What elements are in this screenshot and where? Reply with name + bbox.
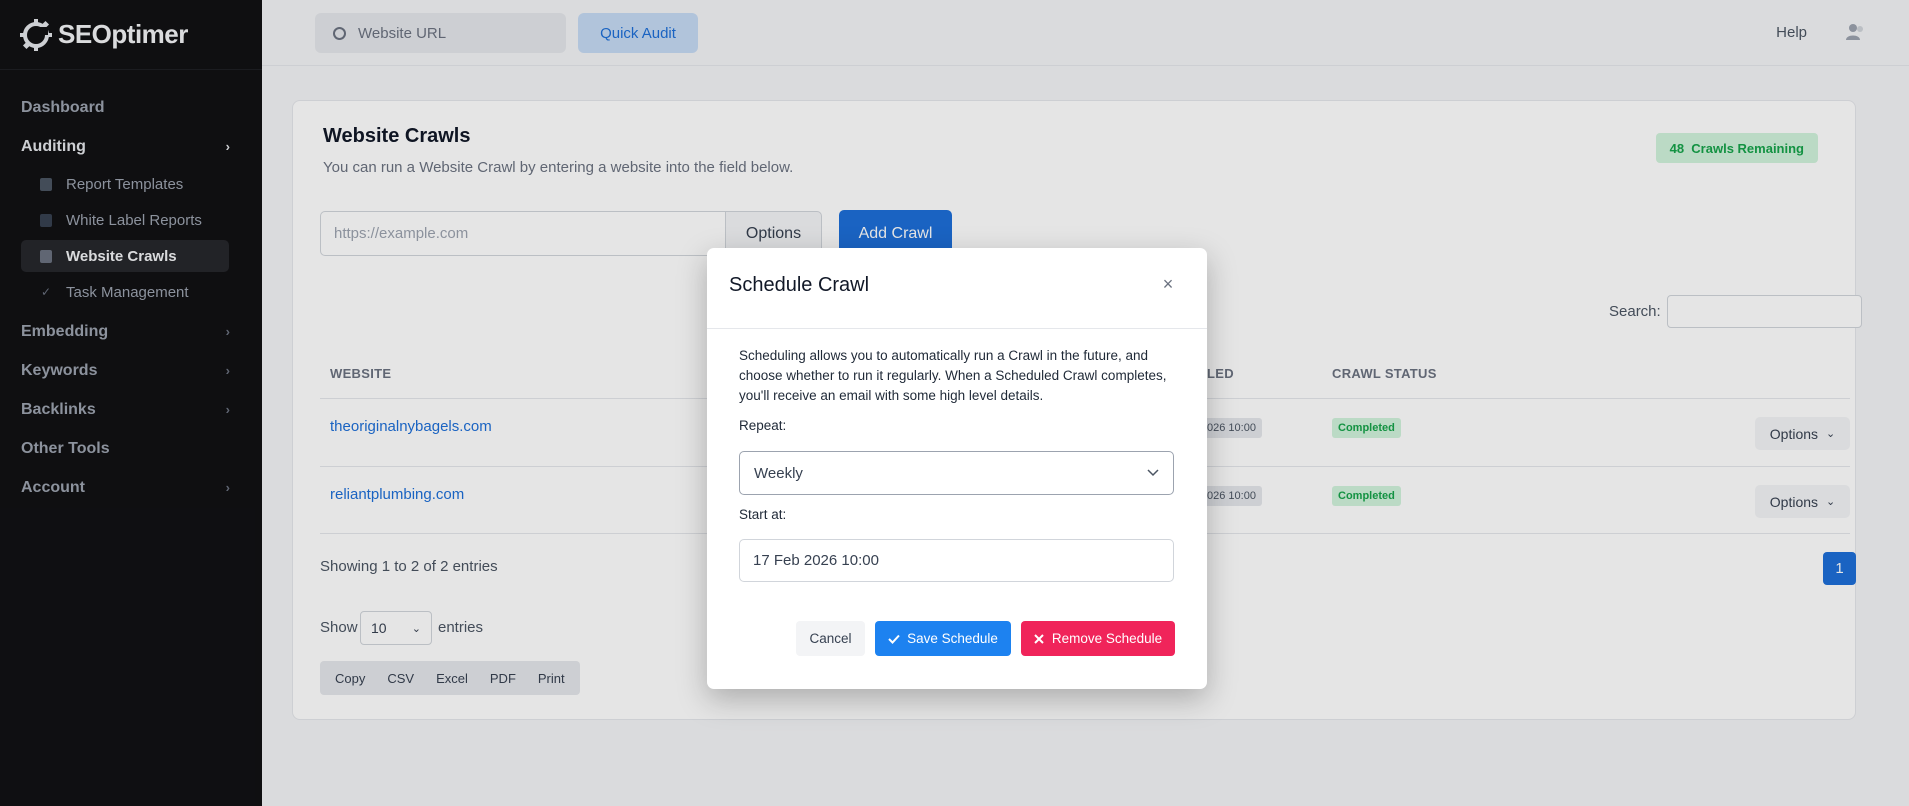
start-at-label: Start at: xyxy=(739,507,787,522)
start-at-input[interactable]: 17 Feb 2026 10:00 xyxy=(739,539,1174,582)
schedule-crawl-modal: Schedule Crawl × Scheduling allows you t… xyxy=(707,248,1207,689)
modal-header: Schedule Crawl × xyxy=(707,248,1207,329)
repeat-value: Weekly xyxy=(754,464,803,482)
save-schedule-button[interactable]: Save Schedule xyxy=(875,621,1011,656)
repeat-label: Repeat: xyxy=(739,418,787,433)
remove-schedule-button[interactable]: Remove Schedule xyxy=(1021,621,1175,656)
remove-schedule-label: Remove Schedule xyxy=(1051,631,1163,646)
check-icon xyxy=(888,634,900,644)
cancel-button[interactable]: Cancel xyxy=(796,621,865,656)
modal-description: Scheduling allows you to automatically r… xyxy=(739,348,1167,403)
modal-title: Schedule Crawl xyxy=(729,274,870,296)
x-icon xyxy=(1034,633,1044,644)
repeat-select[interactable]: Weekly xyxy=(739,451,1174,495)
chevron-down-icon xyxy=(1147,469,1159,477)
close-icon[interactable]: × xyxy=(1161,275,1175,293)
save-schedule-label: Save Schedule xyxy=(907,631,998,646)
